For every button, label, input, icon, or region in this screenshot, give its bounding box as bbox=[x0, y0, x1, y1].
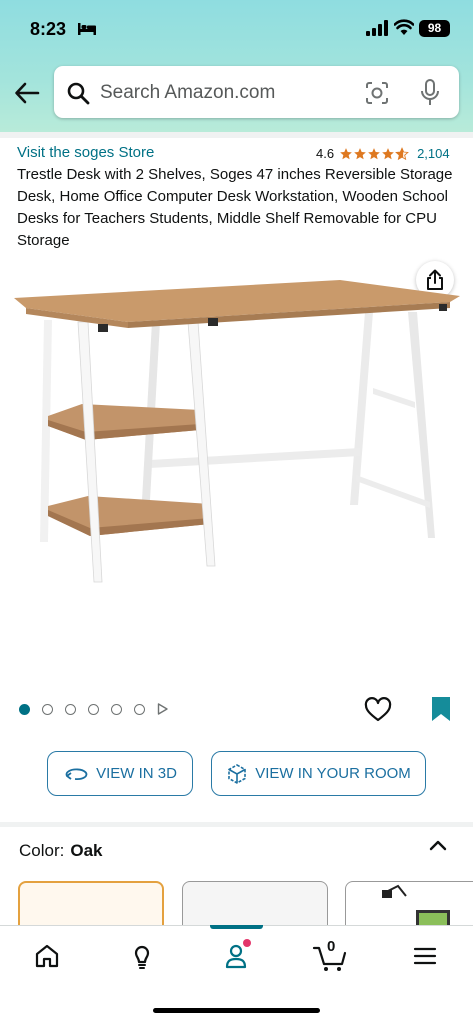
back-arrow-icon[interactable] bbox=[14, 81, 40, 105]
bed-icon bbox=[78, 23, 96, 35]
home-icon[interactable] bbox=[27, 938, 67, 974]
wifi-icon bbox=[394, 19, 414, 35]
chevron-up-icon[interactable] bbox=[429, 838, 447, 852]
color-value: Oak bbox=[70, 841, 103, 860]
microphone-icon[interactable] bbox=[420, 79, 440, 106]
home-indicator bbox=[153, 1008, 320, 1013]
color-selector-header[interactable]: Color: Oak bbox=[19, 841, 103, 861]
bottom-nav: 0 bbox=[0, 925, 473, 1024]
star-icon bbox=[382, 147, 394, 159]
star-rating bbox=[339, 146, 409, 161]
carousel-dot-active[interactable] bbox=[19, 703, 30, 715]
rating-count[interactable]: 2,104 bbox=[417, 146, 450, 161]
rating-value: 4.6 bbox=[316, 146, 335, 161]
star-half-icon bbox=[395, 146, 409, 160]
account-icon[interactable] bbox=[216, 938, 256, 974]
divider bbox=[0, 822, 473, 827]
cellular-signal-icon bbox=[366, 20, 388, 36]
carousel-dot[interactable] bbox=[134, 703, 145, 715]
carousel-dot[interactable] bbox=[88, 703, 99, 715]
status-time: 8:23 bbox=[30, 19, 67, 39]
carousel-dot[interactable] bbox=[111, 703, 122, 715]
lightbulb-icon[interactable] bbox=[122, 938, 162, 974]
heart-icon[interactable] bbox=[364, 697, 392, 723]
view-in-3d-label: VIEW IN 3D bbox=[96, 765, 177, 782]
star-icon bbox=[354, 147, 366, 159]
product-image[interactable] bbox=[10, 270, 465, 590]
product-title: Trestle Desk with 2 Shelves, Soges 47 in… bbox=[17, 166, 453, 249]
view-in-3d-button[interactable]: VIEW IN 3D bbox=[47, 751, 193, 796]
view-in-your-room-button[interactable]: VIEW IN YOUR ROOM bbox=[211, 751, 426, 796]
camera-lens-icon[interactable] bbox=[365, 81, 389, 105]
cart-count: 0 bbox=[327, 938, 336, 955]
search-icon bbox=[67, 82, 90, 105]
store-link[interactable]: Visit the soges Store bbox=[17, 144, 154, 161]
status-bar: 8:23 98 bbox=[0, 0, 473, 60]
star-icon bbox=[368, 147, 380, 159]
color-label: Color: bbox=[19, 841, 65, 860]
video-play-icon[interactable] bbox=[157, 703, 168, 715]
nav-active-indicator bbox=[210, 925, 263, 929]
carousel-dot[interactable] bbox=[65, 703, 76, 715]
rating-summary[interactable]: 4.6 2,104 bbox=[316, 146, 450, 161]
top-header: 8:23 98 Search Amazon.com bbox=[0, 0, 473, 132]
star-icon bbox=[340, 147, 352, 159]
divider bbox=[0, 132, 473, 138]
ar-cube-icon bbox=[228, 763, 247, 784]
cart-button[interactable]: 0 bbox=[310, 938, 350, 974]
search-input[interactable]: Search Amazon.com bbox=[100, 82, 275, 104]
rotate-3d-icon bbox=[65, 768, 88, 780]
menu-icon[interactable] bbox=[405, 938, 445, 974]
view-in-your-room-label: VIEW IN YOUR ROOM bbox=[255, 765, 411, 782]
battery-icon: 98 bbox=[419, 20, 450, 37]
bookmark-icon[interactable] bbox=[431, 696, 451, 722]
carousel-dot[interactable] bbox=[42, 703, 53, 715]
search-bar[interactable]: Search Amazon.com bbox=[54, 66, 459, 118]
carousel-dots[interactable] bbox=[19, 703, 168, 715]
